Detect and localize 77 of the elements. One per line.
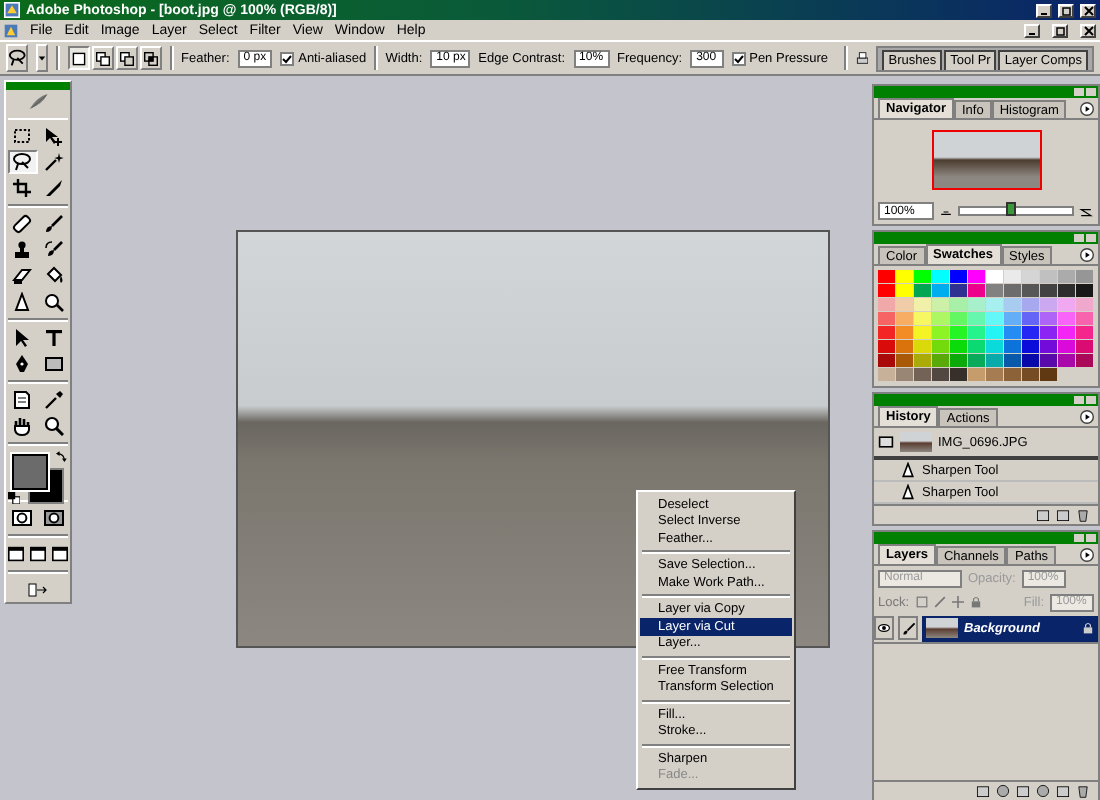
trash-icon[interactable] [1076, 784, 1090, 798]
dodge-icon [44, 292, 64, 313]
move-icon[interactable] [951, 596, 964, 608]
pen-icon [12, 354, 32, 375]
bandage-icon [12, 214, 32, 235]
eraser-icon [12, 266, 32, 287]
palette-menu-icon[interactable] [1080, 101, 1094, 115]
brush-icon [901, 621, 915, 635]
stamp-icon [12, 240, 32, 261]
tool-button[interactable] [7, 176, 37, 201]
checkbox[interactable] [731, 51, 746, 65]
history-brush-icon [44, 240, 64, 261]
slider-thumb[interactable] [1006, 202, 1017, 216]
layer-thumbnail [926, 618, 958, 638]
lock-icon [1082, 622, 1094, 634]
hand-icon [12, 415, 32, 436]
palette-menu-icon[interactable] [1080, 409, 1094, 423]
brush-icon[interactable] [933, 596, 946, 608]
trash-icon[interactable] [1076, 508, 1090, 522]
swatches-grid-drawing[interactable] [878, 270, 1094, 382]
screen-mode-button[interactable] [28, 542, 48, 567]
magic-wand-icon [44, 152, 64, 173]
close-button[interactable] [1080, 23, 1096, 37]
minimize-button[interactable] [1036, 3, 1052, 17]
standard-mode-icon [12, 508, 32, 529]
tool-button[interactable] [39, 290, 69, 315]
default-colors-icon[interactable] [8, 491, 20, 504]
screen-mode-button[interactable] [6, 542, 26, 567]
triangle-icon [12, 292, 32, 313]
rectangle-icon [44, 354, 64, 375]
printer-icon [855, 48, 869, 68]
visibility-toggle[interactable] [874, 616, 894, 640]
tool-button[interactable] [7, 150, 37, 175]
swap-colors-icon[interactable] [56, 449, 68, 462]
tool-button[interactable] [7, 264, 37, 289]
minimize-button[interactable] [1024, 23, 1040, 37]
app-icon [4, 2, 20, 18]
foreground-color-swatch[interactable] [12, 453, 48, 490]
selection-mode-button[interactable] [67, 46, 90, 70]
brush-icon [44, 214, 64, 235]
close-icon [1083, 25, 1093, 35]
tool-preset-button[interactable] [6, 44, 29, 72]
preset-dropdown-button[interactable] [36, 44, 49, 72]
tool-button[interactable] [39, 352, 69, 377]
window-icon [30, 546, 46, 563]
checkbox[interactable] [280, 51, 295, 65]
crop-icon [12, 178, 32, 199]
eye-icon [876, 622, 892, 634]
eyedropper-icon [44, 389, 64, 410]
pointer-icon [12, 328, 32, 349]
zoom-icon [44, 415, 64, 436]
snapshot-icon [878, 434, 894, 450]
lock-icon[interactable] [969, 596, 982, 608]
close-icon [1083, 5, 1093, 15]
move-icon [44, 126, 64, 147]
close-button[interactable] [1080, 3, 1096, 17]
circle-icon[interactable] [996, 784, 1010, 798]
standard-mode-button[interactable] [7, 506, 37, 531]
knife-icon [44, 178, 64, 199]
marquee-icon [12, 126, 32, 147]
photo-thumbnail[interactable] [931, 130, 1041, 190]
palette-menu-icon[interactable] [1080, 247, 1094, 261]
quick-mask-button[interactable] [39, 506, 69, 531]
caret-icon [38, 54, 47, 62]
bucket-icon [44, 266, 64, 287]
zoom-slider[interactable] [958, 206, 1074, 216]
tool-button[interactable] [39, 413, 69, 438]
palette-menu-icon[interactable] [1080, 547, 1094, 561]
selection-mode-icon [143, 51, 158, 65]
screen-mode-button[interactable] [50, 542, 70, 567]
lasso-icon [12, 152, 32, 173]
lasso-icon [8, 48, 27, 68]
quick-mask-icon [44, 508, 64, 529]
lock-pixels-icon[interactable] [915, 596, 928, 608]
photo-thumbnail [900, 432, 932, 452]
type-icon [44, 328, 64, 349]
note-icon [12, 389, 32, 410]
